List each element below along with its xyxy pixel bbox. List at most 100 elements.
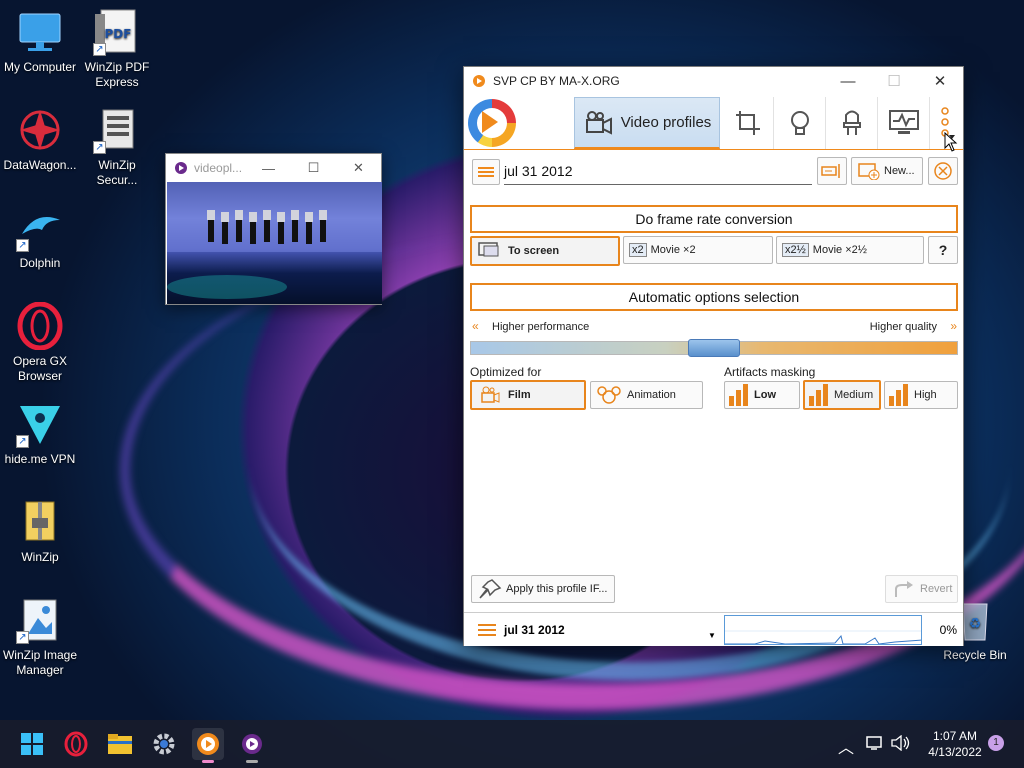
quality-slider-thumb[interactable]: [688, 339, 740, 357]
masking-medium-option[interactable]: Medium: [803, 380, 881, 410]
winzip-image-icon: ↗: [16, 596, 64, 644]
movie-x25-label: Movie ×2½: [812, 244, 867, 256]
desktop-icon-winzip-image-manager[interactable]: ↗ WinZip Image Manager: [0, 596, 80, 678]
desktop-icon-label: Recycle Bin: [943, 648, 1007, 662]
mouse-cursor-icon: [944, 132, 958, 152]
monitor-icon: [16, 8, 64, 56]
help-button[interactable]: ?: [928, 236, 958, 264]
clock-button[interactable]: 1:07 AM 4/13/2022: [920, 728, 990, 760]
new-profile-button[interactable]: New...: [851, 157, 923, 185]
opera-gx-icon: [64, 731, 88, 757]
svp-logo-menu[interactable]: [468, 99, 516, 147]
show-hidden-icons-button[interactable]: ︿: [838, 734, 854, 758]
automatic-options-toggle[interactable]: Automatic options selection: [470, 283, 958, 311]
shortcut-arrow-icon: ↗: [16, 239, 29, 252]
animation-label: Animation: [627, 389, 676, 401]
datawagon-icon: [16, 106, 64, 154]
desktop-icon-datawagon[interactable]: DataWagon...: [0, 106, 80, 173]
start-button[interactable]: [16, 728, 48, 760]
movie-x2-label: Movie ×2: [650, 244, 696, 256]
desktop-icon-label: WinZip Secur...: [96, 158, 138, 187]
tab-shaders[interactable]: [826, 97, 878, 149]
desktop-icon-dolphin[interactable]: ↗ Dolphin: [0, 204, 80, 271]
movie-x2-option[interactable]: x2 Movie ×2: [623, 236, 773, 264]
masking-low-option[interactable]: Low: [724, 381, 800, 409]
video-window-titlebar[interactable]: videopl... — ☐ ✕: [166, 154, 381, 182]
higher-performance-label: Higher performance: [492, 321, 590, 333]
tab-video-profiles[interactable]: Video profiles: [574, 97, 720, 149]
pdf-text: PDF: [105, 27, 132, 41]
profile-name-field[interactable]: jul 31 2012: [504, 159, 812, 185]
footer-profile-name[interactable]: jul 31 2012: [504, 623, 565, 637]
taskbar-opera-gx[interactable]: [60, 728, 92, 760]
video-player-icon: [242, 734, 262, 754]
higher-quality-button[interactable]: Higher quality »: [870, 319, 957, 333]
desktop-icon-label: WinZip: [21, 550, 59, 564]
svp-titlebar[interactable]: SVP CP BY MA-X.ORG — ☐ ✕: [464, 67, 963, 95]
higher-performance-button[interactable]: « Higher performance: [472, 319, 589, 333]
film-label: Film: [508, 389, 531, 401]
volume-button[interactable]: [891, 734, 911, 754]
close-button[interactable]: ✕: [336, 160, 381, 176]
apply-profile-if-button[interactable]: Apply this profile IF...: [471, 575, 615, 603]
maximize-button: ☐: [887, 73, 901, 90]
video-window-title: videopl...: [194, 161, 243, 175]
network-status-button[interactable]: [866, 735, 884, 754]
taskbar: ︿ 1:07 AM 4/13/2022 1: [0, 720, 1024, 768]
close-button[interactable]: ✕: [917, 72, 963, 90]
desktop-icon-my-computer[interactable]: My Computer: [0, 8, 80, 75]
svp-app-icon: [473, 75, 485, 87]
frame-rate-conversion-toggle[interactable]: Do frame rate conversion: [470, 205, 958, 233]
signal-bars-icon: [809, 384, 828, 406]
taskbar-svp[interactable]: [192, 728, 224, 763]
footer-dropdown-icon[interactable]: ▼: [708, 631, 716, 640]
taskbar-video-player[interactable]: [236, 728, 268, 763]
svg-text:♻: ♻: [969, 615, 982, 631]
optimized-animation-option[interactable]: Animation: [590, 381, 703, 409]
folder-icon: [108, 734, 132, 754]
svp-control-panel-window[interactable]: SVP CP BY MA-X.ORG — ☐ ✕ Video profiles: [463, 66, 964, 646]
lightbulb-icon: [790, 111, 809, 135]
rename-icon: [821, 164, 840, 178]
notification-badge[interactable]: 1: [988, 735, 1004, 751]
desktop-icon-winzip-secure[interactable]: ↗ WinZip Secur...: [77, 106, 157, 188]
movie-x25-option[interactable]: x2½ Movie ×2½: [776, 236, 924, 264]
tab-crop[interactable]: [722, 97, 774, 149]
footer-profile-menu-icon[interactable]: [478, 622, 498, 638]
x2-icon: x2: [629, 243, 647, 257]
rename-profile-button[interactable]: [817, 157, 847, 185]
video-player-window[interactable]: videopl... — ☐ ✕: [165, 153, 382, 305]
film-camera-icon: [481, 386, 500, 403]
to-screen-option[interactable]: To screen: [470, 236, 620, 266]
new-profile-label: New...: [884, 165, 915, 177]
taskbar-settings[interactable]: [148, 728, 180, 760]
desktop-icon-winzip-pdf-express[interactable]: PDF ↗ WinZip PDF Express: [77, 8, 157, 90]
tab-monitor[interactable]: [878, 97, 930, 149]
hideme-vpn-icon: ↗: [16, 400, 64, 448]
desktop-icon-opera-gx[interactable]: Opera GX Browser: [0, 301, 80, 384]
shortcut-arrow-icon: ↗: [16, 435, 29, 448]
taskbar-file-explorer[interactable]: [104, 728, 136, 760]
desktop-icon-label: Opera GX Browser: [12, 354, 68, 383]
masking-high-option[interactable]: High: [884, 381, 958, 409]
crop-icon: [735, 111, 760, 135]
profile-list-button[interactable]: [472, 159, 500, 185]
optimized-film-option[interactable]: Film: [470, 380, 586, 410]
desktop-icon-hideme-vpn[interactable]: ↗ hide.me VPN: [0, 400, 80, 467]
clock-time: 1:07 AM: [932, 729, 978, 743]
desktop-icon-winzip[interactable]: WinZip: [0, 498, 80, 565]
desktop-icon-label: DataWagon...: [3, 158, 77, 172]
video-frame[interactable]: [167, 182, 382, 304]
maximize-button[interactable]: ☐: [291, 160, 336, 176]
nav-divider: [464, 149, 963, 150]
tab-lights[interactable]: [774, 97, 826, 149]
shortcut-arrow-icon: ↗: [93, 141, 106, 154]
desktop-icon-label: hide.me VPN: [4, 452, 76, 466]
desktop-icon-label: WinZip Image Manager: [2, 648, 78, 677]
low-label: Low: [754, 389, 776, 401]
minimize-button[interactable]: —: [246, 161, 291, 176]
new-profile-icon: [858, 163, 880, 180]
minimize-button[interactable]: —: [825, 73, 871, 90]
animation-mouse-icon: [597, 386, 621, 404]
delete-profile-button[interactable]: [928, 157, 958, 185]
